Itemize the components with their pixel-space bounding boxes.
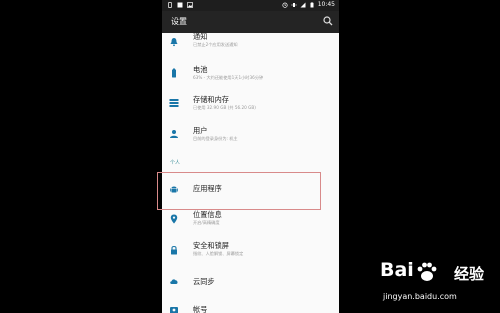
item-subtitle: 已禁止2个应用发送通知 (193, 42, 238, 47)
cloud-icon (170, 279, 178, 284)
user-icon (170, 130, 178, 138)
account-icon (170, 307, 178, 313)
vibrate-icon (291, 3, 296, 7)
settings-item-users[interactable]: 用户 目前的登录身份为: 机主 (162, 121, 339, 151)
settings-item-battery[interactable]: 电池 63% - 大约还能使用1天1小时36分钟 (162, 59, 339, 89)
data-usage-icon (168, 2, 172, 8)
storage-icon (169, 99, 179, 107)
status-bar: 10:45 (162, 0, 339, 11)
item-label: 位置信息 (193, 210, 222, 219)
item-label: 通知 (193, 32, 208, 41)
settings-item-cloud-sync[interactable]: 云同步 (162, 268, 339, 298)
settings-item-storage[interactable]: 存储和内存 已使用 32.90 GB (共 56.20 GB) (162, 90, 339, 120)
status-time: 10:45 (317, 1, 335, 8)
phone-screen: 10:45 设置 通知 已禁止2个应用发送通知 电池 63% - 大约还能使用1… (162, 0, 339, 313)
paw-icon (417, 262, 437, 281)
item-label: 安全和锁屏 (193, 241, 229, 250)
alarm-icon (282, 2, 288, 8)
item-label: 云同步 (193, 277, 215, 286)
lock-icon (171, 245, 177, 255)
location-icon (170, 214, 178, 224)
item-subtitle: 63% - 大约还能使用1天1小时36分钟 (193, 75, 264, 80)
signal-icon (300, 2, 306, 8)
settings-item-location[interactable]: 位置信息 开启/高精确度 (162, 206, 339, 236)
watermark: Bai 经验 jingyan.baidu.com (380, 259, 498, 311)
item-subtitle: 目前的登录身份为: 机主 (193, 136, 238, 141)
item-subtitle: 已使用 32.90 GB (共 56.20 GB) (193, 105, 256, 110)
search-icon[interactable] (323, 16, 333, 26)
item-label: 存储和内存 (193, 95, 229, 104)
item-subtitle: 指纹、人脸解锁、屏幕锁定 (193, 251, 244, 256)
section-header-personal: 个人 (170, 160, 181, 166)
watermark-logo-text2: 经验 (454, 265, 485, 283)
battery-status-icon (310, 2, 314, 8)
image-icon (187, 2, 193, 8)
settings-item-notifications[interactable]: 通知 已禁止2个应用发送通知 (162, 27, 339, 57)
settings-item-accounts[interactable]: 帐号 (162, 298, 339, 313)
item-label: 帐号 (193, 305, 208, 313)
highlight-box (157, 172, 321, 210)
item-label: 用户 (193, 126, 208, 135)
watermark-logo-text: Bai (380, 259, 414, 281)
watermark-url: jingyan.baidu.com (383, 292, 457, 301)
battery-icon (172, 68, 176, 78)
bell-icon (170, 38, 178, 47)
settings-item-security[interactable]: 安全和锁屏 指纹、人脸解锁、屏幕锁定 (162, 237, 339, 267)
page-title: 设置 (171, 17, 187, 26)
item-subtitle: 开启/高精确度 (193, 220, 220, 225)
item-label: 电池 (193, 65, 208, 74)
sim-icon (177, 2, 183, 8)
